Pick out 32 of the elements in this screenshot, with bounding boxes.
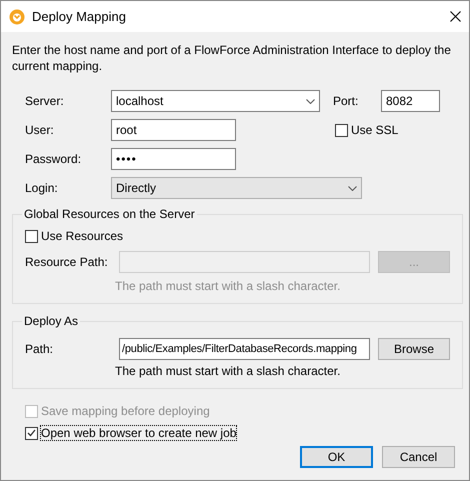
field-label: Resource Path:: [25, 255, 109, 269]
path-field[interactable]: /public/Examples/FilterDatabaseRecords.mapping: [119, 338, 370, 360]
server-dropdown[interactable]: localhost: [111, 90, 320, 112]
field-label: Server:: [25, 94, 65, 108]
hint-text: The path must start with a slash character.: [115, 364, 342, 378]
app-icon: [9, 8, 25, 24]
group-title: Deploy As: [23, 314, 80, 328]
hint-text: The path must start with a slash character.: [115, 279, 342, 293]
password-field[interactable]: ••••: [111, 148, 236, 170]
field-label: User:: [25, 123, 55, 137]
checkbox-label: Use Resources: [41, 229, 124, 243]
field-label: Password:: [25, 152, 82, 166]
ok-button[interactable]: OK: [300, 446, 373, 468]
cancel-button[interactable]: Cancel: [382, 446, 455, 468]
caret-icon: [348, 186, 357, 190]
checkbox-label: Open web browser to create new job: [41, 426, 236, 440]
checkbox-label: Save mapping before deploying: [41, 404, 210, 418]
checkbox[interactable]: [25, 230, 38, 242]
checkbox-label: Use SSL: [351, 123, 398, 137]
window-title: Deploy Mapping: [32, 9, 127, 24]
instructions-text: Enter the host name and port of a FlowForce Administration Interface to deploy the current mapping.: [12, 42, 452, 74]
checkbox[interactable]: [335, 124, 348, 136]
port-field[interactable]: 8082: [381, 90, 440, 112]
user-field[interactable]: root: [111, 119, 236, 141]
browse-button[interactable]: Browse: [378, 338, 450, 360]
close-icon[interactable]: [450, 11, 461, 22]
group-title: Global Resources on the Server: [23, 207, 196, 221]
field-label: Path:: [25, 342, 54, 356]
field-label: Login:: [25, 181, 59, 195]
field-label: Port:: [333, 94, 360, 108]
caret-icon: [306, 98, 315, 104]
checkbox[interactable]: [25, 426, 38, 440]
